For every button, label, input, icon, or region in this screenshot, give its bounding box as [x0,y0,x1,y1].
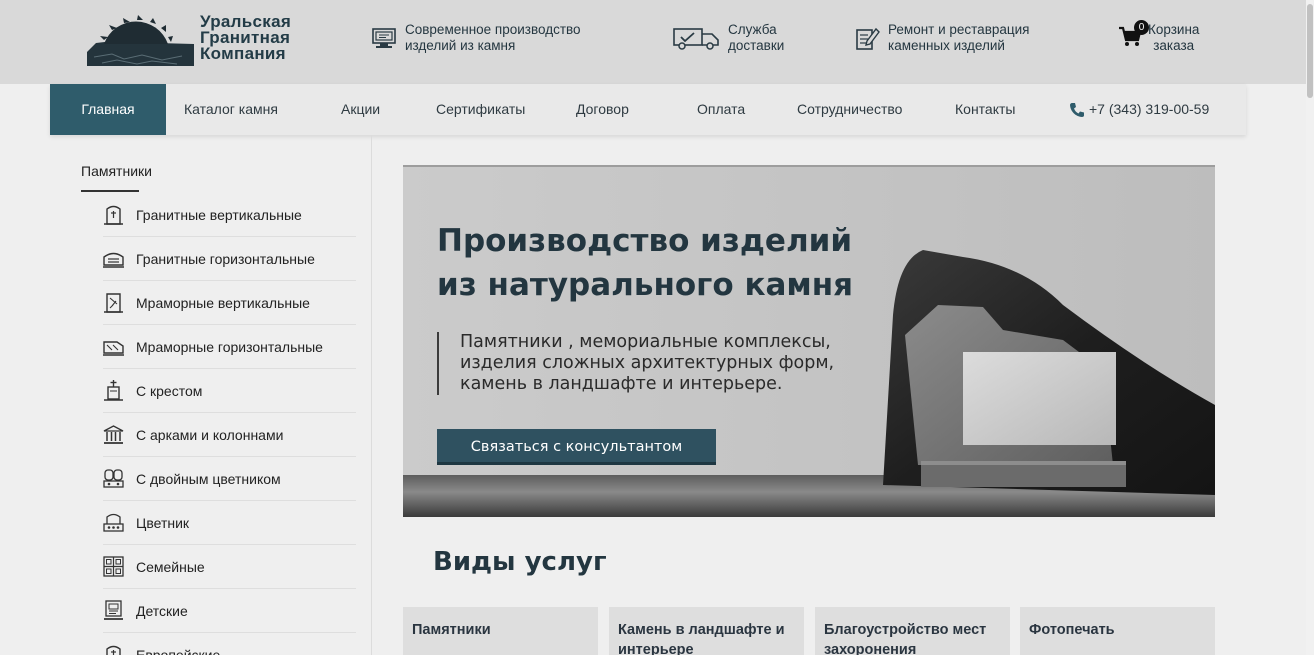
sidebar-item-label: С арками и колоннами [136,426,284,443]
hero-title-line-1: Производство изделий [437,223,853,259]
logo-text: Уральская Гранитная Компания [200,13,291,63]
nav-item-payment[interactable]: Оплата [697,84,745,135]
marble-vertical-icon [104,293,123,313]
children-monument-icon [104,600,123,620]
cart-label-line-1: Корзина [1148,22,1200,37]
phone-number: +7 (343) 319-00-59 [1089,101,1210,117]
cart-button[interactable]: 0 Корзина заказа [1118,20,1200,54]
flowerbed-icon [103,513,124,532]
hero-subtitle-line-2: изделия сложных архитектурных форм, [460,353,835,373]
sidebar-item-children[interactable]: Детские [103,589,356,633]
nav-item-certificates[interactable]: Сертификаты [436,84,525,135]
sidebar-item-label: Цветник [136,514,190,531]
sidebar-item-label: С двойным цветником [136,470,281,487]
feature-delivery[interactable]: Служба доставки [672,22,784,54]
sidebar-item-label: Детские [136,602,188,619]
sidebar-item-label: Мраморные вертикальные [136,294,310,311]
delivery-truck-icon [673,28,719,50]
sidebar-item-family[interactable]: Семейные [103,545,356,589]
sidebar-item-label: Мраморные горизонтальные [136,338,323,355]
sidebar-item-arches-columns[interactable]: С арками и колоннами [103,413,356,457]
sidebar-item-marble-horizontal[interactable]: Мраморные горизонтальные [103,325,356,369]
cart-icon: 0 [1118,20,1149,52]
saw-logo-icon [87,15,194,66]
horizontal-monument-icon [103,252,124,268]
sidebar-item-label: Гранитные вертикальные [136,206,302,223]
feature-delivery-line-1: Служба [728,22,777,37]
nav-item-promotions[interactable]: Акции [341,84,380,135]
family-monument-icon [103,556,124,577]
feature-delivery-line-2: доставки [728,38,785,53]
cross-monument-icon [104,380,123,401]
nav-item-home[interactable]: Главная [50,84,166,135]
double-monument-icon [103,469,124,488]
sidebar-item-flowerbed[interactable]: Цветник [103,501,356,545]
hero-top-divider [403,165,1215,167]
sidebar-list: Гранитные вертикальные Гранитные горизон… [103,193,356,655]
nav-item-catalog[interactable]: Каталог камня [184,84,278,135]
feature-restoration[interactable]: Ремонт и реставрация каменных изделий [854,22,1029,54]
service-card-landscape[interactable]: Камень в ландшафте и интерьере [609,607,804,655]
sidebar-item-label: Гранитные горизонтальные [136,250,315,267]
european-monument-icon [106,645,121,655]
marble-horizontal-icon [103,341,124,356]
restoration-icon [856,27,880,50]
phone-icon [1070,102,1084,117]
feature-production[interactable]: Современное производство изделий из камн… [371,22,581,54]
sidebar-item-label: Семейные [136,558,205,575]
nav-item-cooperation[interactable]: Сотрудничество [797,84,902,135]
feature-restoration-line-2: каменных изделий [888,38,1005,53]
company-logo[interactable]: Уральская Гранитная Компания [82,10,297,68]
sidebar-item-marble-vertical[interactable]: Мраморные вертикальные [103,281,356,325]
sidebar-item-label: С крестом [136,382,203,399]
hero-title-line-2: из натурального камня [437,267,854,303]
main-nav: Главная Каталог камня Акции Сертификаты … [50,84,1246,135]
scrollbar-thumb[interactable] [1307,4,1313,98]
production-icon [372,28,396,48]
sidebar-heading-underline [81,190,139,192]
page-scrollbar[interactable] [1306,0,1314,655]
vertical-monument-icon [104,205,123,225]
cart-label-line-2: заказа [1153,38,1195,53]
hero-subtitle-line-3: камень в ландшафте и интерьере. [460,374,783,394]
nav-item-contacts[interactable]: Контакты [955,84,1015,135]
contact-consultant-button[interactable]: Связаться с консультантом [437,429,716,465]
feature-restoration-line-1: Ремонт и реставрация [888,22,1030,37]
sidebar-item-european[interactable]: Европейские [103,633,356,655]
logo-line-3: Компания [200,44,286,63]
columns-icon [103,425,124,444]
sidebar-item-granite-horizontal[interactable]: Гранитные горизонтальные [103,237,356,281]
hero-banner: Производство изделий из натурального кам… [403,165,1215,517]
site-header: Уральская Гранитная Компания Современное… [0,0,1306,84]
service-card-burial-landscaping[interactable]: Благоустройство мест захоронения [815,607,1010,655]
sidebar-item-label: Европейские [136,646,221,655]
service-card-photo-print[interactable]: Фотопечать [1020,607,1215,655]
hero-subtitle: Памятники , мемориальные комплексы, изде… [437,332,834,395]
nav-item-contract[interactable]: Договор [576,84,629,135]
cart-count-badge: 0 [1134,20,1149,35]
sidebar-heading[interactable]: Памятники [81,163,152,179]
sidebar-item-double-flowerbed[interactable]: С двойным цветником [103,457,356,501]
nav-phone-link[interactable]: +7 (343) 319-00-59 [1069,84,1209,135]
sidebar-item-granite-vertical[interactable]: Гранитные вертикальные [103,193,356,237]
catalog-sidebar: Памятники Гранитные вертикальные Гранитн… [50,135,372,655]
feature-production-line-1: Современное производство [405,22,581,37]
services-heading: Виды услуг [433,547,607,577]
service-card-monuments[interactable]: Памятники [403,607,598,655]
hero-title: Производство изделий из натурального кам… [437,219,907,307]
feature-production-line-2: изделий из камня [405,38,516,53]
sidebar-item-with-cross[interactable]: С крестом [103,369,356,413]
hero-subtitle-line-1: Памятники , мемориальные комплексы, [460,332,831,352]
